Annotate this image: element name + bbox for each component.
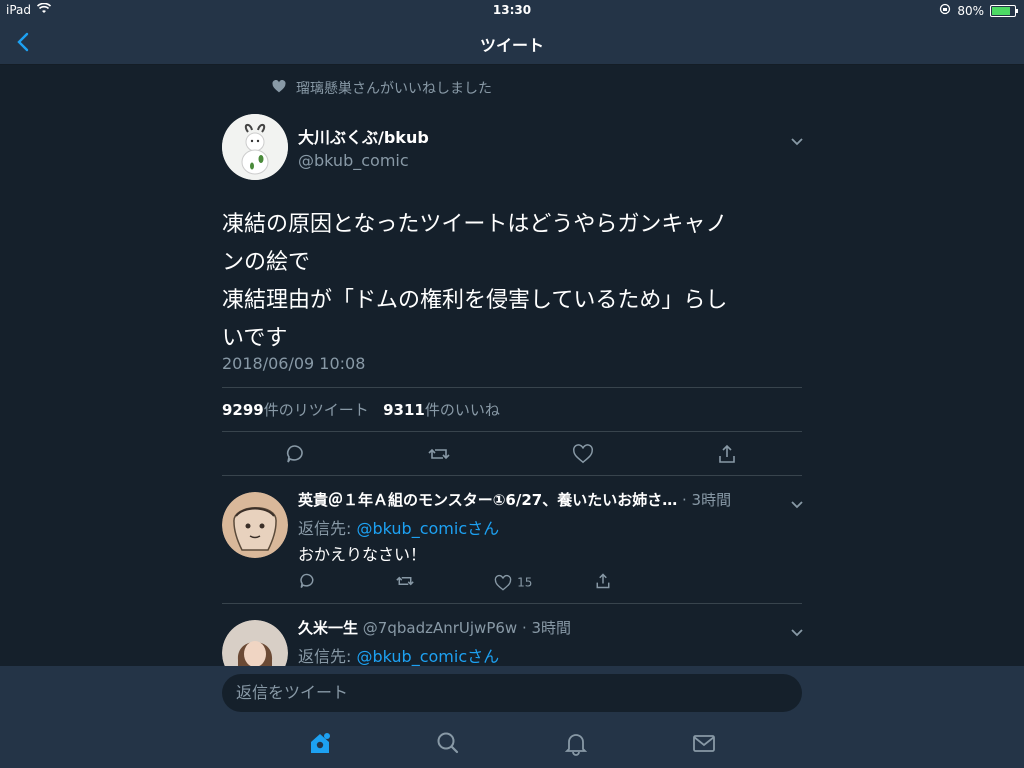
tab-home[interactable]	[307, 730, 333, 756]
reply-retweet-button[interactable]	[396, 572, 418, 594]
orientation-lock-icon	[939, 3, 951, 18]
page-title: ツイート	[479, 36, 544, 55]
reply-share-button[interactable]	[594, 572, 616, 594]
retweet-count: 9299	[222, 401, 264, 419]
reply-to-link[interactable]: @bkub_comicさん	[356, 519, 499, 538]
reply-author-handle: @7qbadzAnrUjwP6w	[362, 619, 518, 637]
heart-icon	[572, 444, 594, 464]
like-label: 件のいいね	[424, 401, 500, 419]
clock: 13:30	[492, 3, 532, 17]
reply-author-name: 英貴＠１年Ａ組のモンスター①6/27、養いたいお姉さ…	[298, 491, 678, 509]
tweet-line: 凍結の原因となったツイートはどうやらガンキャノ	[222, 212, 728, 237]
status-bar: iPad 13:30 80%	[0, 0, 1024, 22]
divider	[222, 475, 802, 476]
reply-author-name: 久米一生	[298, 619, 359, 637]
like-count-link[interactable]: 9311件のいいね	[383, 401, 500, 419]
divider	[222, 431, 802, 432]
retweet-label: 件のリツイート	[263, 401, 369, 419]
tab-notifications[interactable]	[563, 730, 589, 756]
reply-meta: 英貴＠１年Ａ組のモンスター①6/27、養いたいお姉さ… · 3時間	[298, 489, 778, 510]
tab-messages[interactable]	[691, 730, 717, 756]
reply-to-link[interactable]: @bkub_comicさん	[356, 647, 499, 666]
retweet-button[interactable]	[428, 443, 450, 465]
reply-icon	[300, 573, 314, 588]
reply-icon	[286, 445, 303, 463]
reply-reply-button[interactable]	[298, 572, 320, 594]
reply-like-count: 15	[517, 575, 533, 590]
search-icon	[437, 732, 459, 754]
tweet-timestamp: 2018/06/09 10:08	[222, 354, 366, 373]
like-count: 9311	[383, 401, 425, 419]
tweet-menu-chevron[interactable]	[790, 132, 804, 146]
reply-to-prefix: 返信先:	[298, 519, 357, 538]
home-icon	[311, 733, 330, 753]
chevron-down-icon	[791, 501, 803, 509]
like-button[interactable]	[572, 443, 594, 465]
retweet-count-link[interactable]: 9299件のリツイート	[222, 401, 369, 419]
nav-bar: ツイート	[0, 22, 1024, 65]
share-button[interactable]	[716, 443, 738, 465]
like-context: 瑠璃懸巣さんがいいねしました	[272, 78, 492, 98]
retweet-icon	[396, 576, 414, 586]
envelope-icon	[693, 735, 715, 752]
reply-like-button[interactable]: 15	[494, 572, 544, 594]
tweet-line: いです	[222, 326, 288, 351]
reply-item[interactable]: 久米一生 @7qbadzAnrUjwP6w · 3時間 返信先: @bkub_c…	[222, 617, 802, 666]
reply-time: · 3時間	[681, 491, 732, 509]
chevron-down-icon	[791, 629, 803, 637]
reply-compose-input[interactable]: 返信をツイート	[222, 674, 802, 712]
engagement-counts: 9299件のリツイート 9311件のいいね	[222, 399, 500, 420]
author-name: 大川ぶくぶ/bkub	[298, 128, 429, 147]
tweet-detail: 瑠璃懸巣さんがいいねしました 大川ぶくぶ/bkub @bkub_comic 凍結…	[0, 64, 1024, 666]
divider	[222, 603, 802, 604]
like-context-text: 瑠璃懸巣さんがいいねしました	[296, 81, 492, 97]
reply-menu-chevron[interactable]	[790, 495, 804, 509]
tweet-line: 凍結理由が「ドムの権利を侵害しているため」らし	[222, 288, 728, 313]
tab-search[interactable]	[435, 730, 461, 756]
battery-icon	[990, 4, 1018, 17]
reply-to: 返信先: @bkub_comicさん	[298, 515, 499, 539]
bottom-bar: 返信をツイート	[0, 666, 1024, 768]
reply-time: · 3時間	[521, 619, 572, 637]
tweet-text: 凍結の原因となったツイートはどうやらガンキャノ ンの絵で 凍結理由が「ドムの権利…	[222, 206, 802, 358]
bell-icon	[564, 734, 588, 756]
reply-to: 返信先: @bkub_comicさん	[298, 643, 499, 666]
share-icon	[719, 444, 735, 463]
reply-meta: 久米一生 @7qbadzAnrUjwP6w · 3時間	[298, 617, 778, 638]
battery-percent: 80%	[957, 3, 984, 18]
retweet-icon	[428, 448, 450, 460]
chevron-down-icon	[791, 138, 803, 146]
author-avatar[interactable]	[222, 114, 288, 180]
reply-to-prefix: 返信先:	[298, 647, 357, 666]
tweet-line: ンの絵で	[222, 250, 311, 275]
heart-icon	[272, 79, 286, 97]
divider	[222, 387, 802, 388]
reply-text: おかえりなさい！	[298, 545, 427, 564]
author-info[interactable]: 大川ぶくぶ/bkub @bkub_comic	[298, 124, 429, 170]
share-icon	[596, 573, 610, 589]
heart-icon	[494, 574, 512, 591]
author-handle: @bkub_comic	[298, 151, 409, 170]
reply-menu-chevron[interactable]	[790, 623, 804, 637]
reply-button[interactable]	[284, 443, 306, 465]
